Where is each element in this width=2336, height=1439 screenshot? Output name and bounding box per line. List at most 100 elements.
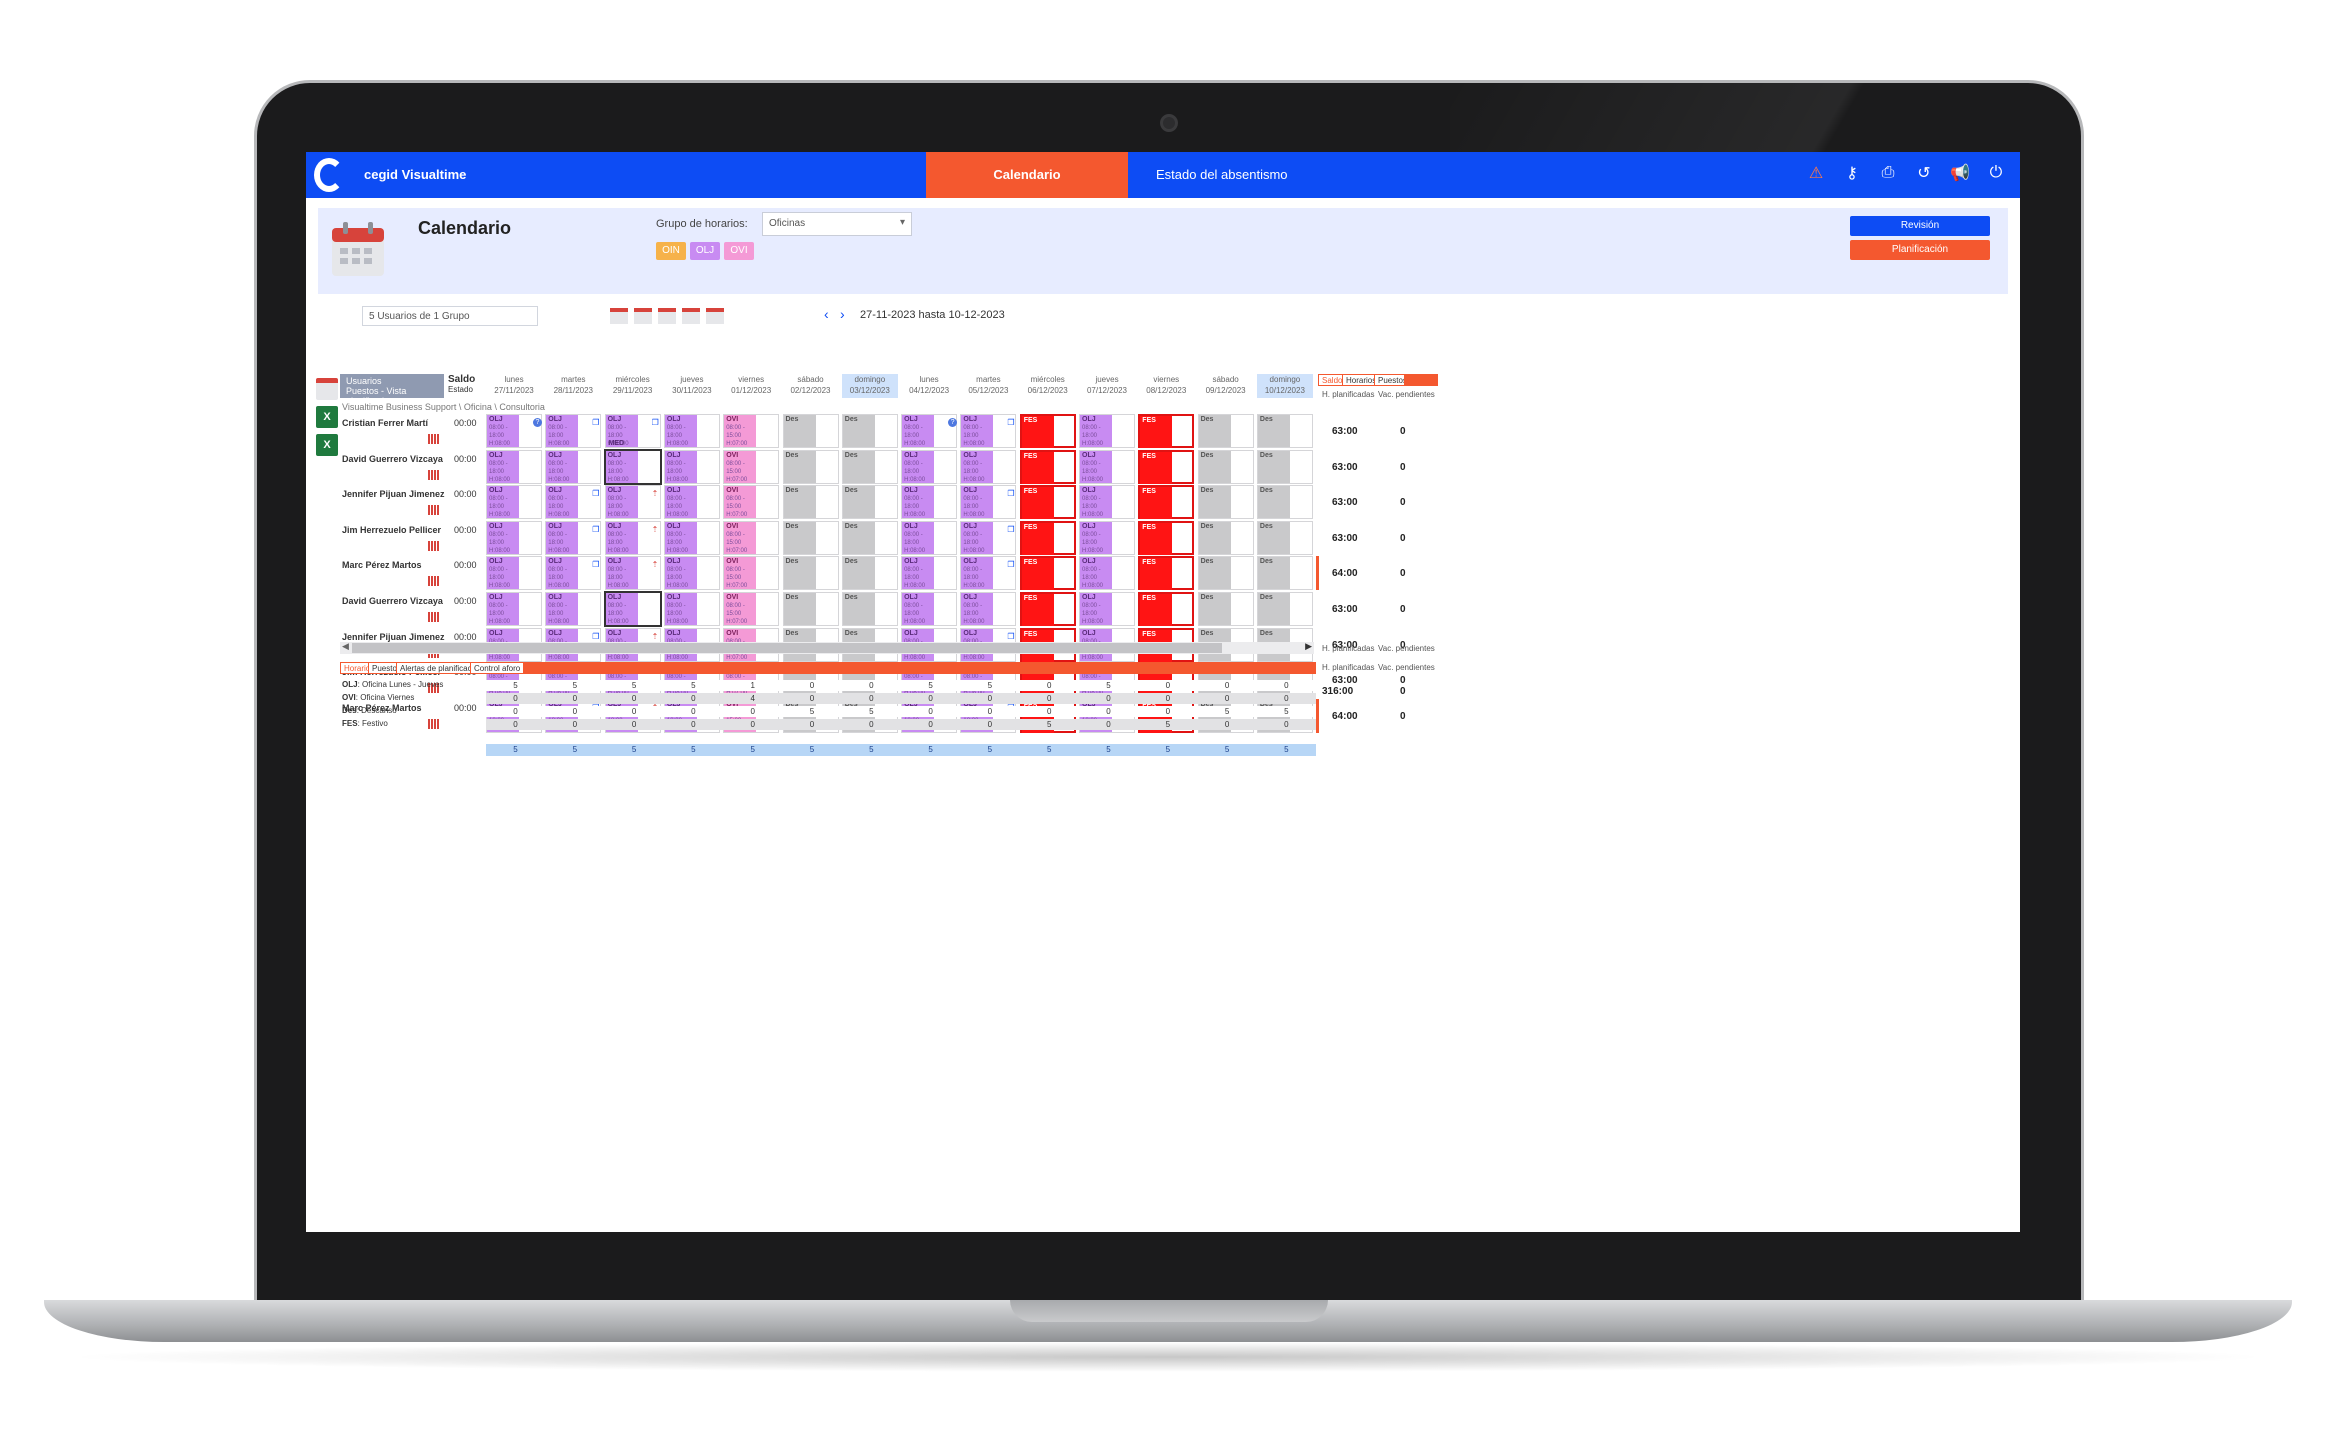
shift-cell[interactable]: OLJ08:00 - 18:00H:08:00 [486,485,542,520]
shift-cell[interactable]: OLJ08:00 - 18:00H:08:00 [1079,520,1135,555]
question-icon[interactable]: ? [948,418,958,427]
shift-cell[interactable]: OLJ08:00 - 18:00H:08:00 [545,592,602,626]
user-name[interactable]: Jennifer Pijuan Jimenez [342,632,445,642]
shift-cell[interactable]: Des [841,556,898,591]
alert-up-icon[interactable]: ⇡ [652,489,659,498]
shift-cell[interactable]: OLJ08:00 - 18:00H:08:00 [901,592,958,626]
shift-cell[interactable]: Des [841,485,898,520]
scrollbar-thumb[interactable] [352,643,1222,653]
copy-icon[interactable]: ❐ [592,525,599,534]
user-name[interactable]: David Guerrero Vizcaya [342,596,443,606]
copy-icon[interactable]: ❐ [592,632,599,641]
shift-cell[interactable]: OLJ08:00 - 18:00H:08:00❐ [960,485,1017,520]
shift-cell[interactable]: OLJ08:00 - 18:00H:08:00❐ [545,414,602,448]
shift-cell[interactable]: OLJ08:00 - 18:00H:08:00 [603,591,662,627]
day-header[interactable]: martes 05/12/2023 [960,374,1016,398]
shift-cell[interactable]: FES [1019,556,1076,591]
shift-cell[interactable]: OLJ08:00 - 18:00H:08:00 ⇡ [604,520,661,555]
shift-cell[interactable]: Des [841,449,898,484]
shift-cell[interactable]: OLJ08:00 - 18:00H:08:00 [960,592,1017,626]
shift-cell[interactable]: OLJ08:00 - 18:00H:08:00 [603,448,662,485]
shift-cell[interactable]: OLJ08:00 - 18:00H:08:00 ⇡ [604,556,661,591]
day-header[interactable]: martes 28/11/2023 [545,374,601,398]
shift-cell[interactable]: OLJ08:00 - 18:00H:08:00 [663,520,720,555]
shift-cell[interactable]: Des [782,414,839,448]
shift-cell[interactable]: OLJ08:00 - 18:00H:08:00 [663,556,720,591]
shift-cell[interactable]: OLJ08:00 - 18:00H:08:00 [901,449,958,484]
calendar-export-icon[interactable] [316,378,338,400]
copy-icon[interactable]: ❐ [592,560,599,569]
shift-cell[interactable]: Des [782,556,839,591]
shift-cell[interactable]: Des [782,485,839,520]
shift-cell[interactable]: OLJ08:00 - 18:00H:08:00❐ [960,556,1017,591]
copy-icon[interactable]: ❐ [592,418,599,427]
planning-button[interactable]: Planificación [1850,240,1990,260]
shift-cell[interactable]: FES [1138,414,1195,448]
shift-cell[interactable]: FES [1138,592,1195,626]
view-week-icon[interactable] [634,308,652,324]
shift-cell[interactable]: OLJ08:00 - 18:00H:08:00 [663,449,720,484]
shift-cell[interactable]: OLJ08:00 - 18:00H:08:00 ⇡ [604,485,661,520]
history-icon[interactable]: ↺ [1914,163,1934,183]
shift-cell[interactable]: OLJ08:00 - 18:00H:08:00 [901,485,958,520]
shift-cell[interactable]: OVI08:00 - 15:00H:07:00 [723,414,780,448]
chip-oin[interactable]: OIN [656,242,686,260]
day-header[interactable]: jueves 30/11/2023 [664,374,720,398]
chip-olj[interactable]: OLJ [690,242,720,260]
copy-icon[interactable]: ❐ [592,489,599,498]
tab-control-aforo[interactable]: Control aforo [470,662,525,674]
shift-cell[interactable]: Des [782,592,839,626]
shift-cell[interactable]: Des [1197,592,1254,626]
group-select[interactable]: Oficinas [762,212,912,236]
shift-cell[interactable]: OVI08:00 - 15:00H:07:00 [723,592,780,626]
megaphone-icon[interactable]: 📢 [1950,163,1970,183]
shift-cell[interactable]: Des [1256,414,1313,448]
day-header[interactable]: sábado 09/12/2023 [1198,374,1254,398]
user-calendar-icon[interactable] [428,612,440,622]
day-header[interactable]: miércoles 29/11/2023 [605,374,661,398]
day-header[interactable]: viernes 01/12/2023 [723,374,779,398]
key-icon[interactable]: ⚷ [1842,163,1862,183]
user-calendar-icon[interactable] [428,540,440,551]
day-header[interactable]: domingo 10/12/2023 [1256,374,1313,398]
shift-cell[interactable]: OLJ08:00 - 18:00H:08:00❐ [960,414,1017,448]
day-header[interactable]: lunes 04/12/2023 [901,374,957,398]
shift-cell[interactable]: OLJ 08:00 - 18:00 H:08:00? [901,414,958,448]
shift-cell[interactable]: OVI08:00 - 15:00H:07:00 [723,449,780,484]
view-custom-icon[interactable] [706,308,724,324]
shift-cell[interactable]: Des [1197,449,1254,484]
scroll-right-icon[interactable]: ▶ [1305,641,1312,652]
day-header[interactable]: miércoles 06/12/2023 [1020,374,1076,398]
shift-cell[interactable]: Des [782,449,839,484]
shift-cell[interactable]: FES [1019,592,1076,626]
review-button[interactable]: Revisión [1850,216,1990,236]
shift-cell[interactable]: OLJ08:00 - 18:00H:08:00 [1079,414,1135,448]
copy-icon[interactable]: ❐ [1007,489,1014,498]
shift-cell[interactable]: OVI08:00 - 15:00H:07:00 [723,520,780,555]
shift-cell[interactable]: Des [1197,485,1254,520]
next-arrow-icon[interactable]: › [840,306,845,322]
shift-cell[interactable]: OLJ08:00 - 18:00H:08:00 [486,592,542,626]
alert-up-icon[interactable]: ⇡ [652,525,659,534]
shift-cell[interactable]: OLJ08:00 - 18:00H:08:00 [486,449,542,484]
shift-cell[interactable]: OLJ08:00 - 18:00H:08:00 [663,485,720,520]
excel-import-icon[interactable]: X [316,434,338,456]
shift-cell[interactable]: OLJ08:00 - 18:00H:08:00 [960,449,1017,484]
day-header[interactable]: sábado 02/12/2023 [783,374,839,398]
shift-cell[interactable]: Des [841,520,898,555]
power-icon[interactable]: ⏻ [1986,163,2006,183]
shift-cell[interactable]: Des [1197,520,1254,555]
user-name[interactable]: Marc Pérez Martos [342,560,422,570]
shift-cell[interactable]: Des [1256,449,1313,484]
day-header[interactable]: jueves 07/12/2023 [1079,374,1135,398]
shift-cell[interactable]: OLJ08:00 - 18:00H:08:00 [663,592,720,626]
view-month-icon[interactable] [682,308,700,324]
shift-cell[interactable]: Des [841,414,898,448]
copy-icon[interactable]: ❐ [1007,418,1014,427]
shift-cell[interactable]: Des [782,520,839,555]
shift-cell[interactable]: Des [1256,556,1313,591]
view-twoweeks-icon[interactable] [658,308,676,324]
shift-cell[interactable]: Des [1197,414,1254,448]
alert-up-icon[interactable]: ⇡ [652,632,659,641]
user-name[interactable]: Jim Herrezuelo Pellicer [342,525,441,535]
